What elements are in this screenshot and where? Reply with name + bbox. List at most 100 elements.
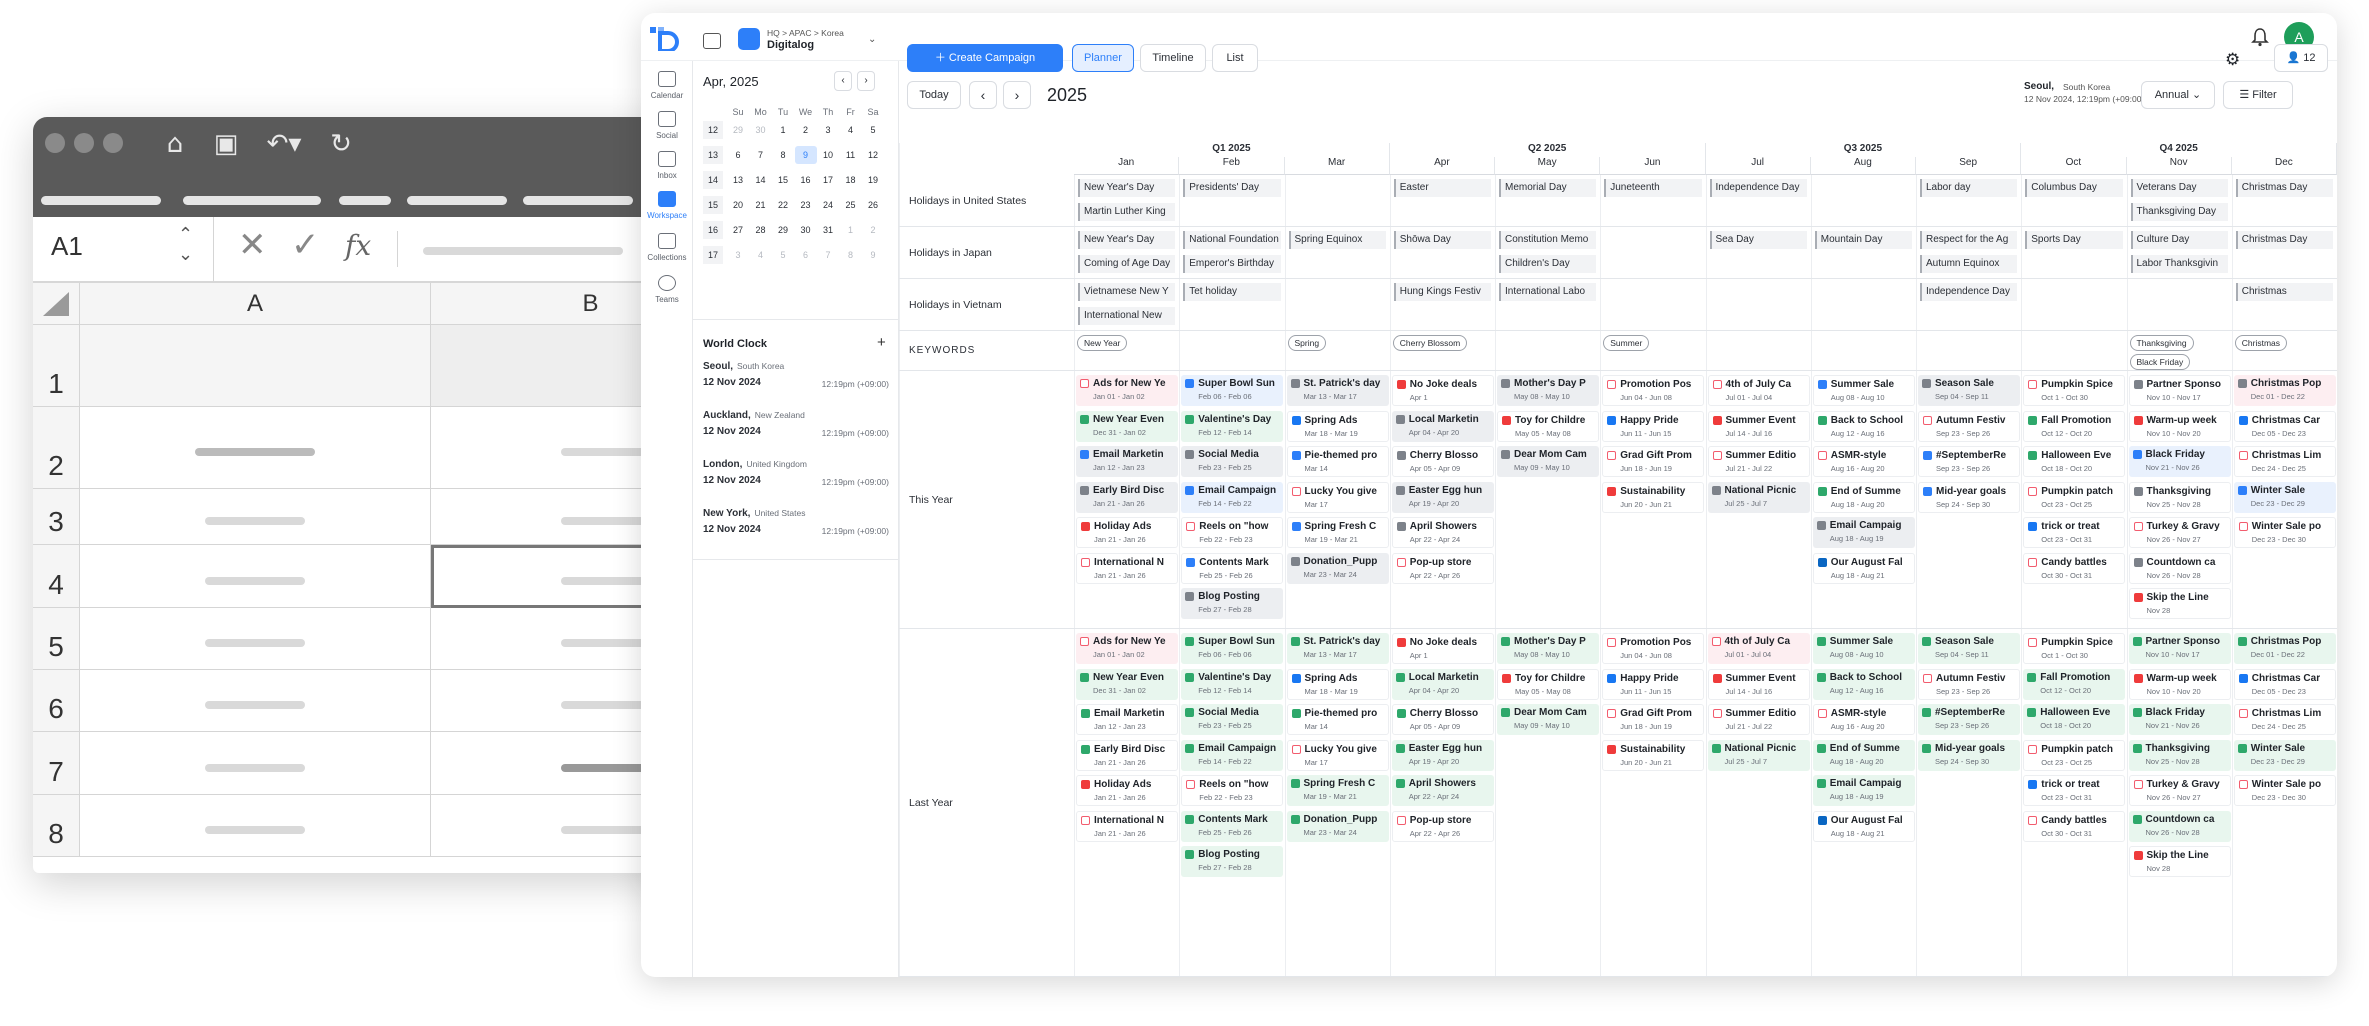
campaign-card[interactable]: Turkey & Gravy Nov 26 - Nov 27	[2128, 775, 2231, 806]
row-header-7[interactable]: 7	[33, 732, 80, 795]
campaign-card[interactable]: Partner Sponso Nov 10 - Nov 17	[2128, 633, 2231, 664]
campaign-card[interactable]: New Year Even Dec 31 - Jan 02	[1076, 410, 1178, 442]
campaign-card[interactable]: Early Bird Disc Jan 21 - Jan 26	[1076, 481, 1178, 513]
calendar-day[interactable]: 14	[750, 171, 772, 189]
calendar-day[interactable]: 5	[862, 121, 884, 139]
campaign-card[interactable]: Grad Gift Prom Jun 18 - Jun 19	[1602, 704, 1705, 735]
campaign-card[interactable]: Pie-themed pro Mar 14	[1286, 446, 1389, 477]
holiday-chip[interactable]: Memorial Day	[1499, 179, 1597, 197]
prev-year-icon[interactable]: ‹	[969, 81, 997, 109]
holiday-chip[interactable]: Christmas Day	[2235, 179, 2333, 197]
calendar-day[interactable]: 31	[817, 221, 839, 239]
holiday-chip[interactable]: Independence Day	[1709, 179, 1807, 197]
calendar-day[interactable]: 3	[817, 121, 839, 139]
holiday-chip[interactable]: Autumn Equinox	[1920, 255, 2018, 273]
campaign-card[interactable]: Email Campaign Feb 14 - Feb 22	[1181, 481, 1284, 513]
calendar-day[interactable]: 1	[840, 221, 862, 239]
campaign-card[interactable]: 4th of July Ca Jul 01 - Jul 04	[1707, 375, 1810, 406]
holiday-chip[interactable]: Juneteenth	[1604, 179, 1702, 197]
cell-a6[interactable]	[80, 670, 431, 732]
keyword-chip[interactable]: New Year	[1077, 335, 1128, 351]
campaign-card[interactable]: End of Summe Aug 18 - Aug 20	[1812, 481, 1915, 513]
campaign-card[interactable]: Dear Mom Cam May 09 - May 10	[1497, 704, 1599, 735]
nav-collections[interactable]: Collections	[641, 233, 693, 262]
campaign-card[interactable]: Mid-year goals Sep 24 - Sep 30	[1918, 739, 2020, 771]
campaign-card[interactable]: Spring Ads Mar 18 - Mar 19	[1286, 410, 1389, 442]
campaign-card[interactable]: Local Marketin Apr 04 - Apr 20	[1391, 668, 1494, 700]
campaign-card[interactable]: Happy Pride Jun 11 - Jun 15	[1602, 668, 1705, 700]
row-header-5[interactable]: 5	[33, 608, 80, 670]
calendar-day[interactable]: 29	[772, 221, 794, 239]
campaign-card[interactable]: #SeptemberRe Sep 23 - Sep 26	[1918, 704, 2020, 735]
calendar-day[interactable]: 22	[772, 196, 794, 214]
cell-a4[interactable]	[80, 545, 431, 608]
campaign-card[interactable]: Our August Fal Aug 18 - Aug 21	[1812, 552, 1915, 584]
cell-a7[interactable]	[80, 732, 431, 795]
chevron-down-icon[interactable]: ⌄	[868, 34, 876, 45]
cancel-icon[interactable]: ✕	[238, 225, 267, 265]
function-icon[interactable]: fx	[345, 229, 371, 262]
cell-a2[interactable]	[80, 407, 431, 489]
campaign-card[interactable]: Fall Promotion Oct 12 - Oct 20	[2023, 410, 2126, 442]
campaign-card[interactable]: ASMR-style Aug 16 - Aug 20	[1812, 704, 1915, 735]
campaign-card[interactable]: Super Bowl Sun Feb 06 - Feb 06	[1181, 633, 1284, 664]
row-header-1[interactable]: 1	[33, 325, 80, 407]
holiday-chip[interactable]: Sports Day	[2025, 231, 2123, 249]
calendar-day[interactable]: 4	[750, 246, 772, 264]
next-year-icon[interactable]: ›	[1003, 81, 1031, 109]
calendar-day[interactable]: 7	[817, 246, 839, 264]
name-box[interactable]: A1	[51, 231, 83, 262]
campaign-card[interactable]: 4th of July Ca Jul 01 - Jul 04	[1707, 633, 1810, 664]
home-icon[interactable]: ⌂	[158, 127, 192, 161]
calendar-day[interactable]: 12	[862, 146, 884, 164]
campaign-card[interactable]: Sustainability Jun 20 - Jun 21	[1602, 481, 1705, 513]
cell-a3[interactable]	[80, 489, 431, 545]
close-dot[interactable]	[45, 133, 65, 153]
campaign-card[interactable]: April Showers Apr 22 - Apr 24	[1391, 517, 1494, 548]
campaign-card[interactable]: Summer Sale Aug 08 - Aug 10	[1812, 375, 1915, 406]
holiday-chip[interactable]: Christmas	[2235, 283, 2333, 301]
campaign-card[interactable]: Summer Event Jul 14 - Jul 16	[1707, 410, 1810, 442]
campaign-card[interactable]: ASMR-style Aug 16 - Aug 20	[1812, 446, 1915, 477]
campaign-card[interactable]: Blog Posting Feb 27 - Feb 28	[1181, 846, 1284, 877]
campaign-card[interactable]: Donation_Pupp Mar 23 - Mar 24	[1286, 810, 1389, 842]
campaign-card[interactable]: Skip the Line Nov 28	[2128, 846, 2231, 877]
filter-button[interactable]: ☰ Filter	[2223, 81, 2293, 109]
campaign-card[interactable]: Email Campaign Feb 14 - Feb 22	[1181, 739, 1284, 771]
campaign-card[interactable]: Winter Sale Dec 23 - Dec 29	[2233, 739, 2336, 771]
holiday-chip[interactable]: Labor day	[1920, 179, 2018, 197]
holiday-chip[interactable]: Presidents' Day	[1183, 179, 1281, 197]
nav-calendar[interactable]: Calendar	[641, 71, 693, 100]
campaign-card[interactable]: Valentine's Day Feb 12 - Feb 14	[1181, 668, 1284, 700]
calendar-day[interactable]: 26	[862, 196, 884, 214]
campaign-card[interactable]: Holiday Ads Jan 21 - Jan 26	[1076, 517, 1178, 548]
campaign-card[interactable]: Candy battles Oct 30 - Oct 31	[2023, 810, 2126, 842]
campaign-card[interactable]: Reels on "how Feb 22 - Feb 23	[1181, 517, 1284, 548]
calendar-day[interactable]: 20	[727, 196, 749, 214]
campaign-card[interactable]: Ads for New Ye Jan 01 - Jan 02	[1076, 375, 1178, 406]
collapse-sidebar-icon[interactable]	[703, 33, 721, 49]
keyword-chip[interactable]: Summer	[1603, 335, 1650, 351]
calendar-day[interactable]: 4	[840, 121, 862, 139]
campaign-card[interactable]: International N Jan 21 - Jan 26	[1076, 810, 1178, 842]
campaign-card[interactable]: Mid-year goals Sep 24 - Sep 30	[1918, 481, 2020, 513]
campaign-card[interactable]: Toy for Childre May 05 - May 08	[1497, 668, 1599, 700]
holiday-chip[interactable]: International Labo	[1499, 283, 1597, 301]
campaign-card[interactable]: Back to School Aug 12 - Aug 16	[1812, 668, 1915, 700]
calendar-day[interactable]: 23	[795, 196, 817, 214]
holiday-chip[interactable]: New Year's Day	[1078, 231, 1176, 249]
calendar-day[interactable]: 2	[862, 221, 884, 239]
holiday-chip[interactable]: Spring Equinox	[1288, 231, 1386, 249]
calendar-day[interactable]: 2	[795, 121, 817, 139]
campaign-card[interactable]: Autumn Festiv Sep 23 - Sep 26	[1918, 410, 2020, 442]
campaign-card[interactable]: #SeptemberRe Sep 23 - Sep 26	[1918, 446, 2020, 477]
campaign-card[interactable]: Pop-up store Apr 22 - Apr 26	[1391, 810, 1494, 842]
campaign-card[interactable]: Promotion Pos Jun 04 - Jun 08	[1602, 375, 1705, 406]
create-campaign-button[interactable]: ＋ Create Campaign	[907, 44, 1063, 72]
cell-a8[interactable]	[80, 795, 431, 857]
holiday-chip[interactable]: Sea Day	[1709, 231, 1807, 249]
calendar-day[interactable]: 3	[727, 246, 749, 264]
world-clock-item[interactable]: New York, United States 12 Nov 2024 12:19pm…	[703, 508, 889, 536]
holiday-chip[interactable]: Thanksgiving Day	[2130, 203, 2228, 221]
calendar-day[interactable]: 1	[772, 121, 794, 139]
